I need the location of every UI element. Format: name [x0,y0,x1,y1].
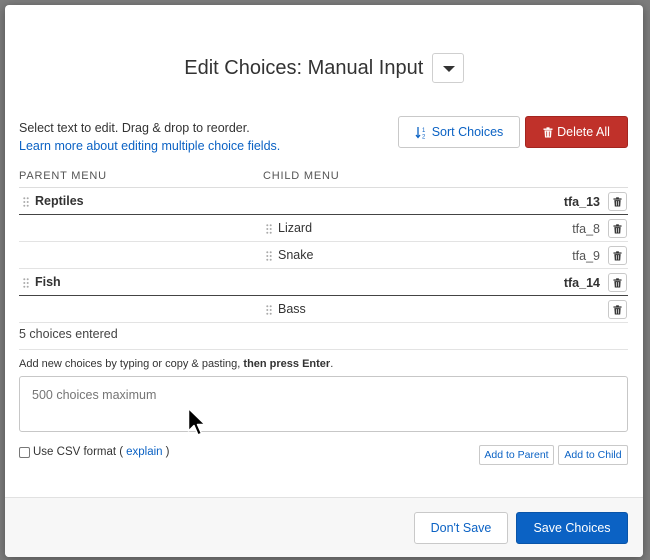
drag-handle-icon[interactable] [23,197,29,207]
delete-choice-button[interactable] [608,300,627,319]
child-menu-header: CHILD MENU [263,170,340,182]
learn-more-link[interactable]: Learn more about editing multiple choice… [19,137,280,155]
instructions: Select text to edit. Drag & drop to reor… [19,119,280,155]
drag-handle-icon[interactable] [266,305,272,315]
svg-text:2: 2 [422,134,426,139]
dont-save-button[interactable]: Don't Save [414,512,508,544]
choice-row-parent[interactable]: Reptiles tfa_13 [19,188,628,215]
new-choices-input[interactable] [19,376,628,432]
dialog-footer: Don't Save Save Choices [5,497,643,557]
csv-format-checkbox[interactable] [19,446,30,458]
trash-icon [613,304,622,314]
add-choices-instructions: Add new choices by typing or copy & past… [19,358,333,370]
add-instruction-bold: then press Enter [243,358,331,370]
svg-text:1: 1 [422,128,426,134]
drag-handle-icon[interactable] [266,251,272,261]
choice-code: tfa_14 [563,276,600,290]
choice-row-child[interactable]: Lizard tfa_8 [19,215,628,242]
sort-numeric-icon: 1 2 [415,126,426,139]
trash-icon [543,126,553,137]
delete-choice-button[interactable] [608,219,627,238]
csv-format-option[interactable]: Use CSV format (explain) [19,446,169,458]
choice-code: tfa_9 [572,249,600,263]
choice-label[interactable]: Reptiles [35,194,84,208]
mouse-pointer-icon [187,407,206,436]
delete-all-button[interactable]: Delete All [525,116,628,148]
divider [19,349,628,350]
choice-code: tfa_8 [572,222,600,236]
choice-label[interactable]: Fish [35,275,61,289]
choice-label[interactable]: Lizard [278,221,312,235]
sort-choices-button[interactable]: 1 2 Sort Choices [398,116,520,148]
choice-count: 5 choices entered [19,327,118,341]
dialog-title: Edit Choices: Manual Input [184,56,424,79]
add-instruction-prefix: Add new choices by typing or copy & past… [19,358,244,370]
input-mode-dropdown[interactable] [431,53,464,83]
delete-choice-button[interactable] [608,192,627,211]
trash-icon [613,223,622,233]
csv-explain-link[interactable]: explain [126,446,162,458]
delete-all-label: Delete All [557,125,610,139]
choice-label[interactable]: Snake [278,248,313,262]
choice-row-child[interactable]: Bass [19,296,628,323]
trash-icon [613,250,622,260]
choice-row-parent[interactable]: Fish tfa_14 [19,269,628,296]
add-to-parent-button[interactable]: Add to Parent [479,445,554,465]
caret-down-icon [442,66,455,72]
delete-choice-button[interactable] [608,273,627,292]
drag-handle-icon[interactable] [23,278,29,288]
choice-row-child[interactable]: Snake tfa_9 [19,242,628,269]
parent-menu-header: PARENT MENU [19,170,107,182]
add-to-child-button[interactable]: Add to Child [558,445,628,465]
choice-code: tfa_13 [563,195,600,209]
csv-format-label: Use CSV format ( [33,446,124,458]
instructions-text: Select text to edit. Drag & drop to reor… [19,121,250,135]
drag-handle-icon[interactable] [266,224,272,234]
add-instruction-suffix: . [330,358,334,370]
save-choices-button[interactable]: Save Choices [516,512,628,544]
delete-choice-button[interactable] [608,246,627,265]
trash-icon [613,196,622,206]
dialog-header: Edit Choices: Manual Input [5,53,643,85]
csv-close-paren: ) [165,446,170,458]
trash-icon [613,277,622,287]
choice-label[interactable]: Bass [278,302,306,316]
sort-choices-label: Sort Choices [431,125,504,139]
edit-choices-dialog: Edit Choices: Manual Input Select text t… [5,5,643,557]
choices-table: Reptiles tfa_13 Lizard tfa_8 Snake tfa_9 [19,187,628,323]
